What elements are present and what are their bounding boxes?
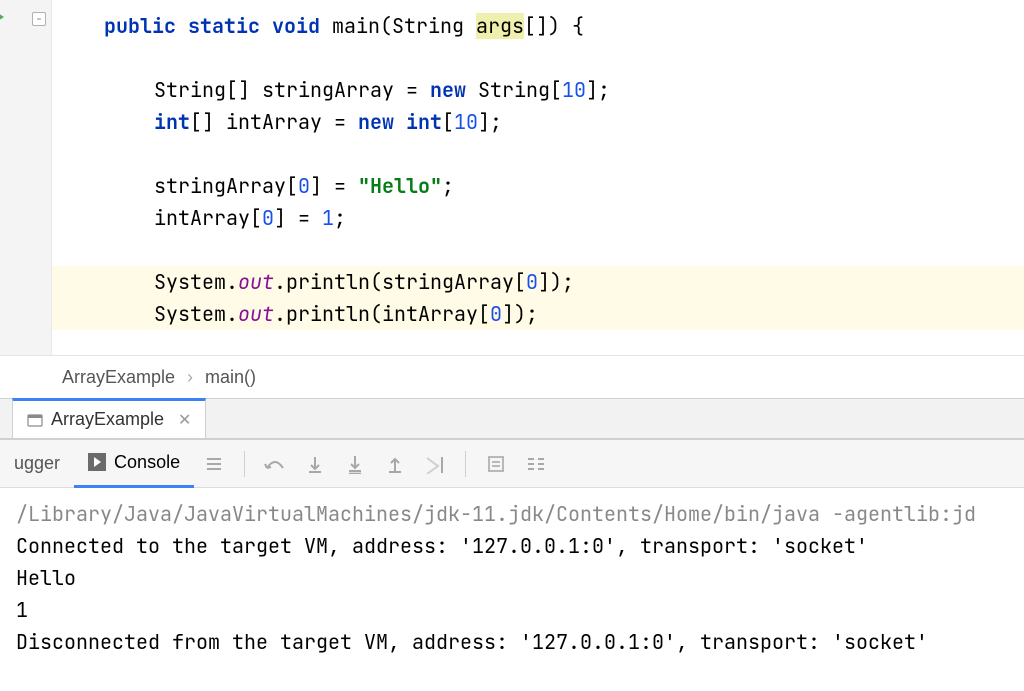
toolbar-lines-icon[interactable] (194, 440, 234, 488)
code-line[interactable]: String[] stringArray = new String[10]; (52, 74, 1024, 106)
code-token: new (430, 77, 478, 103)
code-line[interactable]: System.out.println(stringArray[0]); (52, 266, 1024, 298)
toolbar-divider (244, 451, 245, 477)
code-token: 0 (262, 205, 274, 231)
code-line[interactable]: System.out.println(intArray[0]); (52, 298, 1024, 330)
run-to-cursor-icon[interactable] (415, 440, 455, 488)
code-token: ]); (502, 301, 538, 327)
code-line[interactable] (52, 234, 1024, 266)
code-token: .println(stringArray[ (274, 269, 526, 295)
code-token: [] intArray = (190, 109, 358, 135)
code-token: ]; (478, 109, 502, 135)
code-token: void (272, 13, 332, 39)
code-token: String (392, 13, 476, 39)
code-token: String[] stringArray = (154, 77, 430, 103)
step-into-icon[interactable] (295, 440, 335, 488)
breadcrumb-class[interactable]: ArrayExample (62, 367, 175, 388)
breadcrumb-method[interactable]: main() (205, 367, 256, 388)
run-tab-label: ArrayExample (51, 409, 164, 430)
debug-toolbar: ugger Console (0, 440, 1024, 488)
code-line[interactable]: intArray[0] = 1; (52, 202, 1024, 234)
code-token: ] = (274, 205, 322, 231)
code-token: main( (332, 13, 392, 39)
console-line: Connected to the target VM, address: '12… (16, 530, 1008, 562)
code-token: System. (154, 301, 238, 327)
tab-debugger-label: ugger (14, 453, 60, 474)
code-token: .println(intArray[ (274, 301, 490, 327)
console-line: Disconnected from the target VM, address… (16, 626, 1008, 658)
tab-console-label: Console (114, 452, 180, 473)
code-token: new (358, 109, 406, 135)
evaluate-expression-icon[interactable] (476, 440, 516, 488)
code-token: int (154, 109, 190, 135)
code-token: String[ (478, 77, 562, 103)
code-token: args (476, 13, 524, 39)
code-token: ; (334, 205, 346, 231)
code-line[interactable]: public static void main(String args[]) { (52, 10, 1024, 42)
code-token: public (104, 13, 188, 39)
run-tab-arrayexample[interactable]: ArrayExample ✕ (12, 398, 206, 438)
code-token: intArray[ (154, 205, 262, 231)
code-token: int (406, 109, 442, 135)
code-token: System. (154, 269, 238, 295)
code-token: static (188, 13, 272, 39)
code-token: 10 (454, 109, 478, 135)
code-line[interactable]: int[] intArray = new int[10]; (52, 106, 1024, 138)
trace-icon[interactable] (516, 440, 556, 488)
code-token: ; (442, 173, 454, 199)
tab-console[interactable]: Console (74, 440, 194, 488)
step-out-icon[interactable] (375, 440, 415, 488)
code-token: 1 (322, 205, 334, 231)
run-tabs-bar: ArrayExample ✕ (0, 398, 1024, 440)
code-token: 0 (298, 173, 310, 199)
console-line: 1 (16, 594, 1008, 626)
code-line[interactable] (52, 42, 1024, 74)
code-token: 0 (490, 301, 502, 327)
breadcrumb[interactable]: ArrayExample › main() (0, 355, 1024, 398)
fold-icon[interactable]: − (32, 12, 46, 26)
code-editor[interactable]: − public static void main(String args[])… (0, 0, 1024, 355)
console-output[interactable]: /Library/Java/JavaVirtualMachines/jdk-11… (0, 488, 1024, 691)
force-step-into-icon[interactable] (335, 440, 375, 488)
tab-debugger[interactable]: ugger (0, 440, 74, 488)
code-token: out (238, 301, 274, 327)
code-line[interactable] (52, 138, 1024, 170)
console-play-icon (88, 453, 106, 471)
step-over-icon[interactable] (255, 440, 295, 488)
run-config-icon (27, 412, 43, 428)
close-icon[interactable]: ✕ (178, 410, 191, 430)
code-token: stringArray[ (154, 173, 298, 199)
code-token: ]); (538, 269, 574, 295)
code-token: ]; (586, 77, 610, 103)
code-token: [ (442, 109, 454, 135)
editor-gutter: − (0, 0, 52, 355)
toolbar-divider (465, 451, 466, 477)
code-area[interactable]: public static void main(String args[]) {… (52, 0, 1024, 355)
breadcrumb-separator-icon: › (187, 367, 193, 388)
code-token: []) { (524, 13, 584, 39)
code-token: "Hello" (358, 173, 442, 199)
code-token: out (238, 269, 274, 295)
console-command-line: /Library/Java/JavaVirtualMachines/jdk-11… (16, 498, 1008, 530)
code-token: ] = (310, 173, 358, 199)
run-gutter-icon[interactable] (0, 8, 4, 26)
code-token: 10 (562, 77, 586, 103)
console-line: Hello (16, 562, 1008, 594)
code-line[interactable]: stringArray[0] = "Hello"; (52, 170, 1024, 202)
code-token: 0 (526, 269, 538, 295)
